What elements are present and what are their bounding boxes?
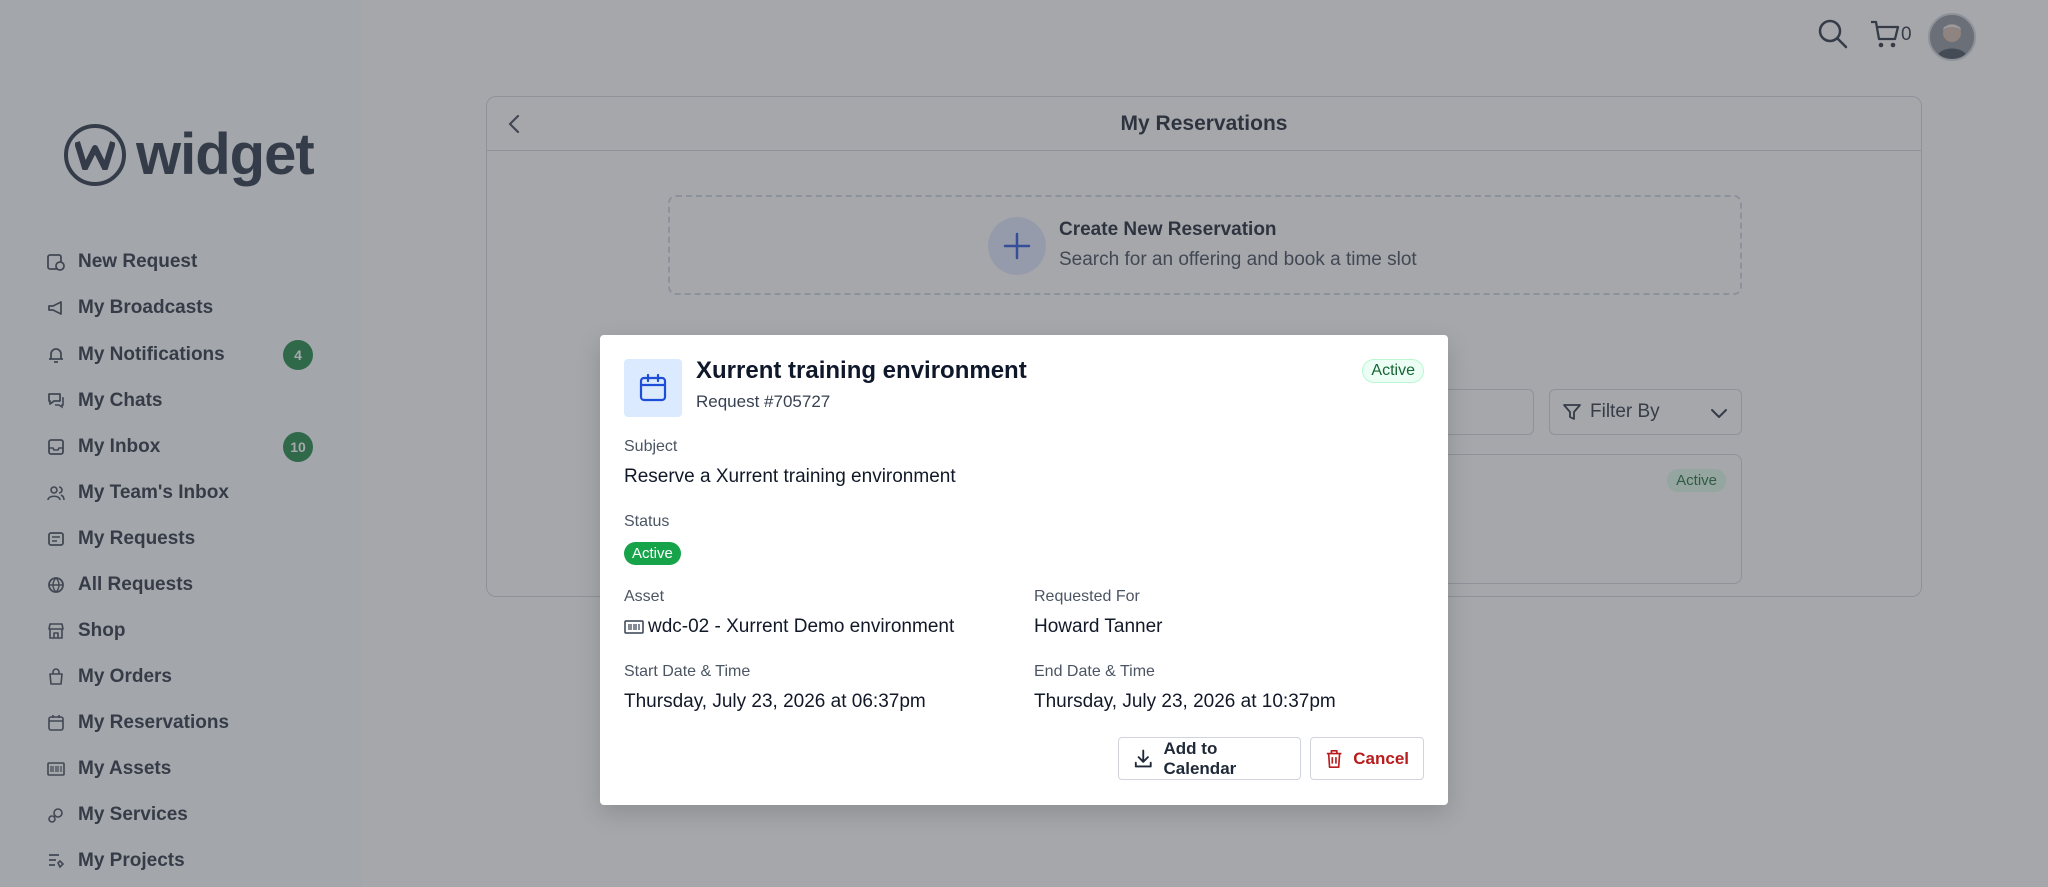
requested-for-value: Howard Tanner [1034,616,1163,637]
asset-value-text: wdc-02 - Xurrent Demo environment [648,616,955,637]
cancel-reservation-button[interactable]: Cancel [1310,737,1424,780]
status-value-badge: Active [624,542,681,565]
barcode-icon [624,620,644,634]
end-datetime-value: Thursday, July 23, 2026 at 10:37pm [1034,691,1336,712]
status-badge-label: Active [1362,359,1424,383]
requested-for-label: Requested For [1034,588,1140,605]
request-number: Request #705727 [696,392,831,411]
asset-label: Asset [624,588,665,605]
add-to-calendar-button[interactable]: Add to Calendar [1118,737,1301,780]
download-icon [1134,749,1152,767]
end-datetime-label: End Date & Time [1034,663,1155,680]
start-datetime-label: Start Date & Time [624,663,751,680]
subject-label: Subject [624,438,678,455]
cancel-label: Cancel [1353,748,1409,768]
reservation-detail-modal: Xurrent training environment Request #70… [600,335,1448,805]
add-to-calendar-label: Add to Calendar [1163,738,1237,778]
asset-value[interactable]: wdc-02 - Xurrent Demo environment [624,616,954,638]
calendar-icon [624,359,682,417]
trash-icon [1326,749,1342,768]
subject-value: Reserve a Xurrent training environment [624,466,956,487]
modal-title: Xurrent training environment [696,357,1027,384]
status-label: Status [624,513,670,530]
status-badge: Active [1362,359,1424,383]
start-datetime-value: Thursday, July 23, 2026 at 06:37pm [624,691,926,712]
